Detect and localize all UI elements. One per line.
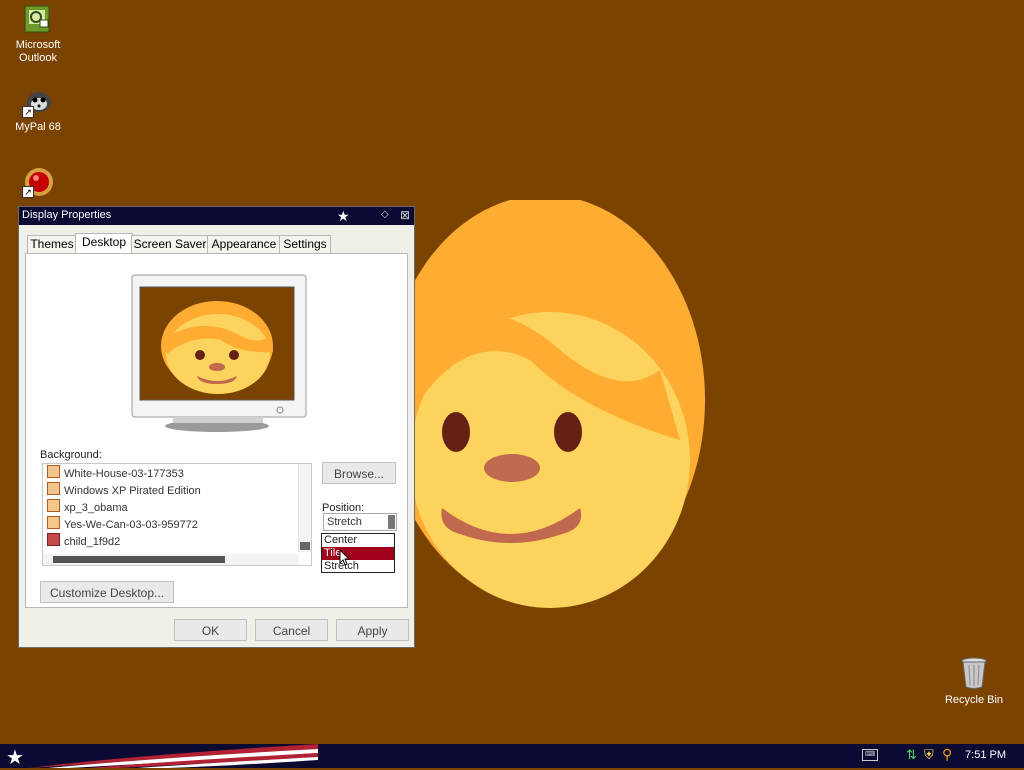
list-item[interactable]: Yes-We-Can-03-03-959772 (47, 516, 198, 533)
image-file-icon (47, 482, 60, 495)
image-file-icon (47, 499, 60, 512)
window-titlebar[interactable]: Display Properties ★ ◇ ⊠ (19, 207, 414, 225)
desktop-icon-red-ball[interactable]: ↗ (0, 166, 76, 201)
desktop-icon-label: MyPal 68 (15, 121, 61, 133)
position-select-value: Stretch (327, 516, 362, 528)
display-properties-window: Display Properties ★ ◇ ⊠ Themes Desktop … (18, 206, 415, 648)
list-item[interactable]: White-House-03-177353 (47, 465, 184, 482)
close-icon[interactable]: ⊠ (400, 208, 410, 222)
cancel-button[interactable]: Cancel (255, 619, 328, 641)
taskbar: ★ ⌨ ⇅ ⛨ ⚲ 7:51 PM (0, 744, 1024, 770)
ok-button[interactable]: OK (174, 619, 247, 641)
search-icon[interactable]: ⚲ (942, 746, 952, 763)
list-item-label: Windows XP Pirated Edition (64, 485, 201, 497)
tab-settings[interactable]: Settings (279, 235, 331, 253)
star-icon: ★ (337, 208, 350, 224)
dropdown-arrow-icon[interactable] (388, 515, 395, 529)
shortcut-arrow-icon: ↗ (22, 106, 34, 118)
monitor-preview (131, 274, 307, 432)
mypal-icon: ↗ (22, 86, 54, 118)
tab-screen-saver[interactable]: Screen Saver (131, 235, 209, 253)
recycle-bin-icon (961, 657, 987, 689)
shortcut-arrow-icon: ↗ (22, 186, 34, 198)
help-icon[interactable]: ◇ (381, 209, 389, 220)
desktop-icon-label: Microsoft Outlook (15, 39, 61, 64)
option-center[interactable]: Center (322, 534, 394, 547)
outlook-icon (22, 4, 54, 36)
list-item-label: Yes-We-Can-03-03-959772 (64, 519, 198, 531)
scrollbar-thumb[interactable] (300, 542, 310, 550)
apply-button[interactable]: Apply (336, 619, 409, 641)
window-title: Display Properties (22, 209, 112, 221)
system-tray: ⌨ ⇅ ⛨ ⚲ 7:51 PM (854, 744, 1024, 768)
flag-stripes-decoration (28, 744, 318, 768)
list-item[interactable]: xp_3_obama (47, 499, 128, 516)
taskbar-clock[interactable]: 7:51 PM (965, 749, 1006, 761)
network-icon[interactable]: ⇅ (906, 747, 917, 763)
list-item-label: xp_3_obama (64, 502, 128, 514)
position-select[interactable]: Stretch (323, 513, 397, 531)
tab-appearance[interactable]: Appearance (207, 235, 281, 253)
image-file-icon (47, 516, 60, 529)
background-list[interactable]: White-House-03-177353 Windows XP Pirated… (42, 463, 312, 566)
list-item-label: White-House-03-177353 (64, 468, 184, 480)
list-item[interactable]: child_1f9d2 (47, 533, 120, 550)
desktop-icon-outlook[interactable]: Microsoft Outlook (0, 4, 76, 65)
desktop-icon-mypal[interactable]: ↗ MyPal 68 (0, 86, 76, 134)
customize-desktop-button[interactable]: Customize Desktop... (40, 581, 174, 603)
background-label: Background: (40, 449, 102, 461)
option-tile[interactable]: Tile (322, 547, 394, 560)
tab-themes[interactable]: Themes (27, 235, 77, 253)
image-file-icon-red (47, 533, 60, 546)
recycle-bin-label: Recycle Bin (944, 694, 1004, 706)
security-shield-icon[interactable]: ⛨ (924, 747, 934, 763)
option-stretch[interactable]: Stretch (322, 560, 394, 573)
tab-desktop[interactable]: Desktop (75, 233, 133, 254)
keyboard-icon[interactable]: ⌨ (862, 749, 878, 761)
wallpaper-face-image (385, 200, 705, 608)
browse-button[interactable]: Browse... (322, 462, 396, 484)
list-horizontal-scrollbar[interactable] (43, 554, 299, 565)
list-item-label: child_1f9d2 (64, 536, 121, 548)
list-item[interactable]: Windows XP Pirated Edition (47, 482, 201, 499)
position-dropdown-list[interactable]: Center Tile Stretch (321, 533, 395, 573)
scrollbar-thumb[interactable] (53, 556, 225, 563)
red-ball-app-icon: ↗ (22, 166, 54, 198)
desktop-icon-recycle-bin[interactable]: Recycle Bin (942, 656, 1006, 706)
mouse-cursor-icon (339, 549, 351, 566)
image-file-icon (47, 465, 60, 478)
list-vertical-scrollbar[interactable] (298, 464, 311, 552)
start-button-star-icon[interactable]: ★ (6, 745, 24, 770)
